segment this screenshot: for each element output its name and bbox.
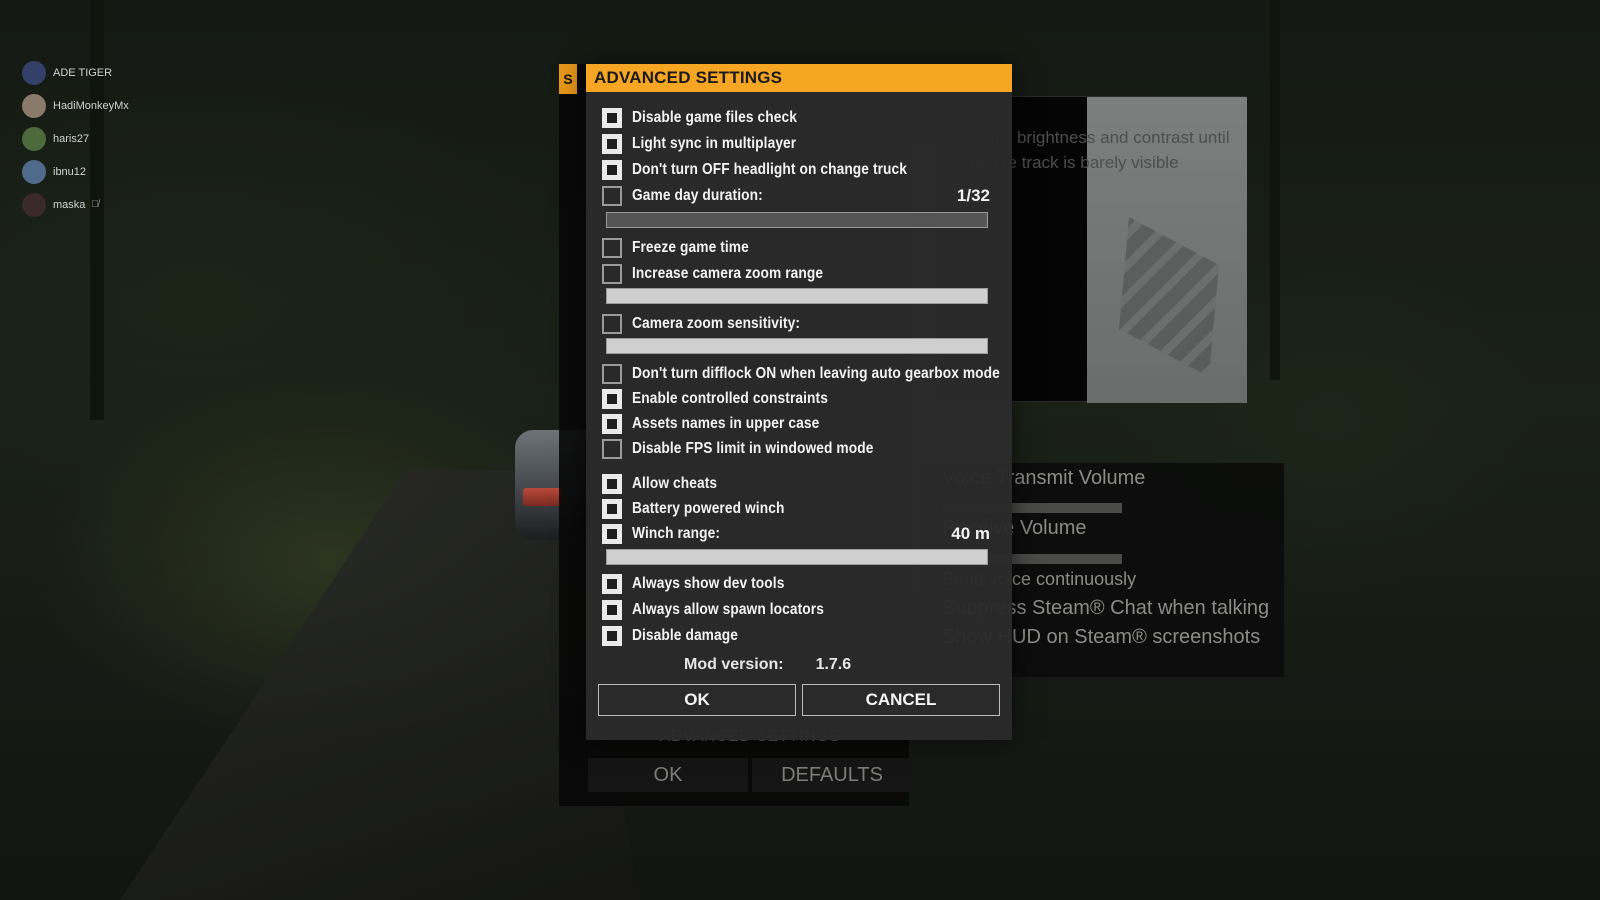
background-defaults-button[interactable]: DEFAULTS xyxy=(752,758,912,792)
player-entry: maska 🎙̸ xyxy=(22,188,129,221)
zoom-range-slider[interactable] xyxy=(606,288,988,304)
dialog-title: ADVANCED SETTINGS xyxy=(586,64,1012,92)
background-window-tag: S xyxy=(559,64,577,94)
option-label: Disable damage xyxy=(632,627,738,644)
checkbox[interactable] xyxy=(602,600,622,620)
tree-trunk xyxy=(1270,0,1280,380)
option-light-sync[interactable]: Light sync in multiplayer xyxy=(602,132,990,156)
option-label: Winch range: xyxy=(632,525,721,542)
checkbox[interactable] xyxy=(602,499,622,519)
option-label: Always allow spawn locators xyxy=(632,601,824,618)
mod-version-label: Mod version: xyxy=(684,656,784,673)
mod-version-value: 1.7.6 xyxy=(815,656,852,673)
option-label: Assets names in upper case xyxy=(632,415,820,432)
option-label: Disable game files check xyxy=(632,109,797,126)
checkbox[interactable] xyxy=(602,389,622,409)
cancel-button[interactable]: CANCEL xyxy=(802,684,1000,716)
avatar xyxy=(22,126,46,151)
option-upper-case[interactable]: Assets names in upper case xyxy=(602,412,990,436)
option-zoom-sensitivity[interactable]: Camera zoom sensitivity: xyxy=(602,312,990,336)
option-label: Don't turn OFF headlight on change truck xyxy=(632,161,908,178)
checkbox[interactable] xyxy=(602,238,622,258)
day-duration-value: 1/32 xyxy=(956,186,990,205)
option-label: Game day duration: xyxy=(632,187,763,204)
checkbox[interactable] xyxy=(602,186,622,206)
option-difflock[interactable]: Don't turn difflock ON when leaving auto… xyxy=(602,362,1000,386)
ok-button[interactable]: OK xyxy=(598,684,796,716)
option-freeze-time[interactable]: Freeze game time xyxy=(602,236,990,260)
checkbox[interactable] xyxy=(602,314,622,334)
player-entry: haris27 xyxy=(22,122,129,155)
player-name: HadiMonkeyMx xyxy=(53,99,129,112)
option-dev-tools[interactable]: Always show dev tools xyxy=(602,572,990,596)
option-constraints[interactable]: Enable controlled constraints xyxy=(602,387,990,411)
checkbox[interactable] xyxy=(602,108,622,128)
option-label: Freeze game time xyxy=(632,239,749,256)
checkbox[interactable] xyxy=(602,364,622,384)
player-entry: ibnu12 xyxy=(22,155,129,188)
option-label: Camera zoom sensitivity: xyxy=(632,315,801,332)
advanced-settings-dialog: ADVANCED SETTINGS Disable game files che… xyxy=(586,64,1012,740)
checkbox[interactable] xyxy=(602,264,622,284)
option-fps-limit[interactable]: Disable FPS limit in windowed mode xyxy=(602,437,990,461)
player-entry: ADE TIGER xyxy=(22,56,129,89)
tail-light xyxy=(523,488,563,506)
player-list: ADE TIGER HadiMonkeyMx haris27 ibnu12 ma… xyxy=(22,56,129,221)
option-label: Disable FPS limit in windowed mode xyxy=(632,440,874,457)
checkbox[interactable] xyxy=(602,524,622,544)
avatar xyxy=(22,60,46,85)
checkbox[interactable] xyxy=(602,160,622,180)
checkbox[interactable] xyxy=(602,439,622,459)
option-label: Always show dev tools xyxy=(632,575,785,592)
checkbox[interactable] xyxy=(602,574,622,594)
zoom-sensitivity-slider[interactable] xyxy=(606,338,988,354)
player-name: haris27 xyxy=(53,132,90,145)
checkbox[interactable] xyxy=(602,626,622,646)
option-headlight[interactable]: Don't turn OFF headlight on change truck xyxy=(602,158,990,182)
winch-range-value: 40 m xyxy=(951,524,990,543)
option-spawn-locators[interactable]: Always allow spawn locators xyxy=(602,598,990,622)
checkbox[interactable] xyxy=(602,474,622,494)
option-cheats[interactable]: Allow cheats xyxy=(602,472,990,496)
winch-range-slider[interactable] xyxy=(606,549,988,565)
checkbox[interactable] xyxy=(602,414,622,434)
muted-mic-icon: 🎙̸ xyxy=(91,199,99,210)
mod-version: Mod version: 1.7.6 xyxy=(684,656,851,674)
option-label: Increase camera zoom range xyxy=(632,265,824,282)
option-zoom-range[interactable]: Increase camera zoom range xyxy=(602,262,990,286)
option-label: Light sync in multiplayer xyxy=(632,135,797,152)
background-ok-button[interactable]: OK xyxy=(588,758,748,792)
option-disable-files-check[interactable]: Disable game files check xyxy=(602,106,990,130)
avatar xyxy=(22,192,46,217)
option-battery-winch[interactable]: Battery powered winch xyxy=(602,497,990,521)
day-duration-slider[interactable] xyxy=(606,212,988,228)
option-label: Enable controlled constraints xyxy=(632,390,828,407)
option-label: Battery powered winch xyxy=(632,500,785,517)
checkbox[interactable] xyxy=(602,134,622,154)
player-name: maska xyxy=(53,198,86,211)
option-day-duration[interactable]: Game day duration: 1/32 xyxy=(602,184,990,208)
option-label: Allow cheats xyxy=(632,475,718,492)
player-name: ibnu12 xyxy=(53,165,87,178)
avatar xyxy=(22,93,46,118)
option-winch-range[interactable]: Winch range: 40 m xyxy=(602,522,990,546)
player-entry: HadiMonkeyMx xyxy=(22,89,129,122)
avatar xyxy=(22,159,46,184)
player-name: ADE TIGER xyxy=(53,66,113,79)
option-disable-damage[interactable]: Disable damage xyxy=(602,624,990,648)
option-label: Don't turn difflock ON when leaving auto… xyxy=(632,365,1000,382)
